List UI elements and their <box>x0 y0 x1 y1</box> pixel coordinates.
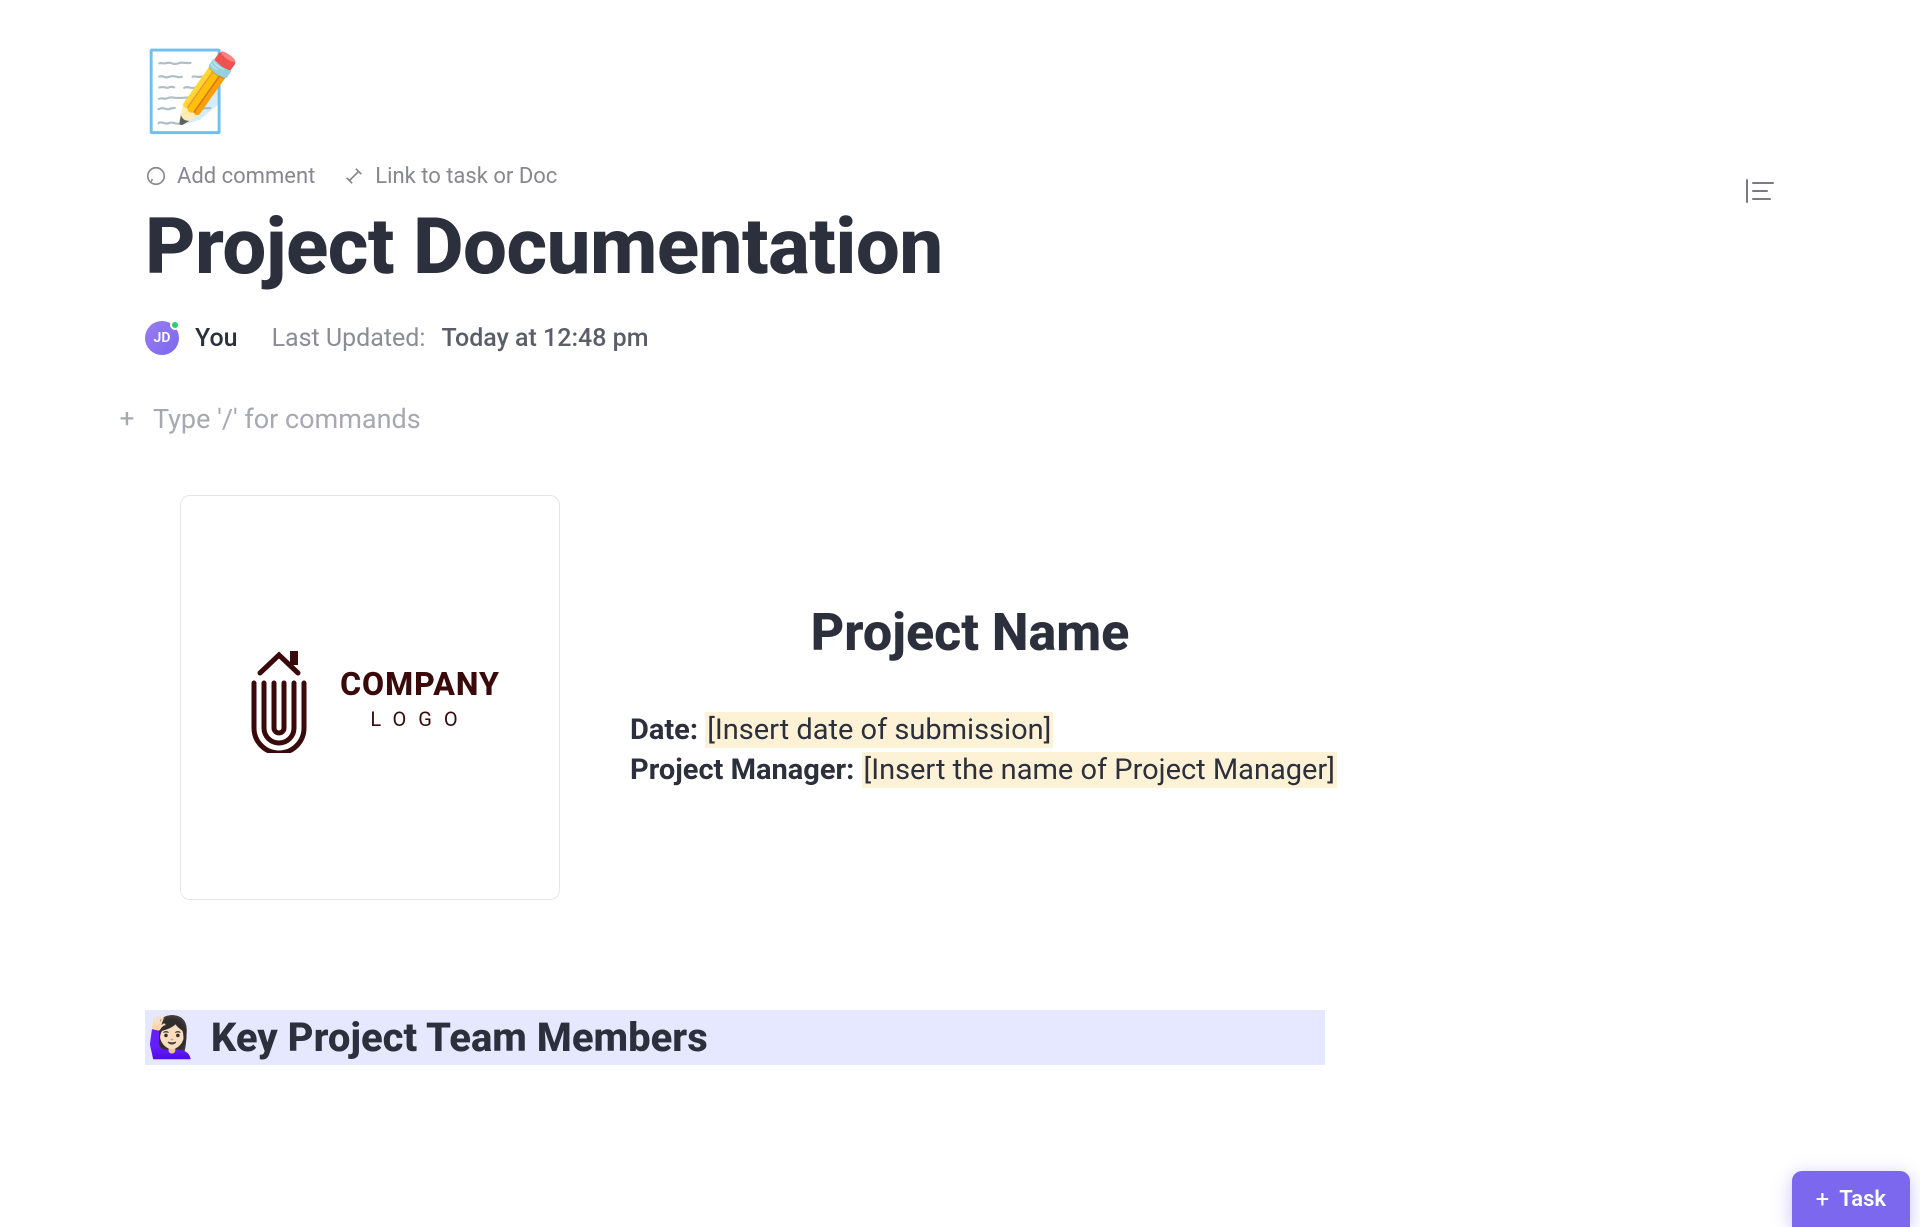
last-updated-label: Last Updated: <box>272 324 426 353</box>
project-date-placeholder: [Insert date of submission] <box>705 712 1053 748</box>
add-comment-button[interactable]: Add comment <box>145 164 315 189</box>
page-title[interactable]: Project Documentation <box>145 202 1370 293</box>
logo-text-company: COMPANY <box>340 665 500 703</box>
company-logo-placeholder[interactable]: COMPANY LOGO <box>180 495 560 900</box>
author-avatar[interactable]: JD <box>145 321 179 355</box>
comment-icon <box>145 165 167 187</box>
last-updated-value: Today at 12:48 pm <box>441 324 648 353</box>
slash-command-input[interactable] <box>153 403 1053 435</box>
team-members-heading-text: Key Project Team Members <box>211 1014 708 1061</box>
company-logo: COMPANY LOGO <box>240 643 500 753</box>
add-comment-label: Add comment <box>177 164 315 189</box>
add-block-button[interactable]: + <box>115 404 139 434</box>
fab-label: Task <box>1839 1187 1886 1212</box>
doc-emoji-picker[interactable]: 📝 <box>145 45 240 140</box>
doc-meta-row: JD You Last Updated: Today at 12:48 pm <box>145 321 1370 355</box>
new-task-fab[interactable]: + Task <box>1792 1171 1910 1227</box>
doc-toolbar: Add comment Link to task or Doc <box>145 158 1370 194</box>
project-manager-line[interactable]: Project Manager: [Insert the name of Pro… <box>630 753 1370 787</box>
project-details-block: Project Name Date: [Insert date of submi… <box>630 602 1370 793</box>
project-info-section: COMPANY LOGO Project Name Date: [Insert … <box>180 495 1370 900</box>
logo-text-logo: LOGO <box>340 707 500 731</box>
link-icon <box>343 165 365 187</box>
link-task-button[interactable]: Link to task or Doc <box>343 164 557 189</box>
project-manager-placeholder: [Insert the name of Project Manager] <box>862 752 1337 788</box>
doc-outline-button[interactable] <box>1745 178 1775 208</box>
project-manager-label: Project Manager: <box>630 753 854 787</box>
project-date-line[interactable]: Date: [Insert date of submission] <box>630 713 1370 747</box>
author-you-label: You <box>195 324 238 353</box>
avatar-initials: JD <box>154 330 171 346</box>
outline-icon <box>1745 178 1775 204</box>
link-task-label: Link to task or Doc <box>375 164 557 189</box>
project-date-label: Date: <box>630 713 698 747</box>
company-logo-mark-icon <box>240 643 318 753</box>
team-members-heading[interactable]: 🙋🏻‍♀️ Key Project Team Members <box>145 1010 1325 1065</box>
project-name-heading[interactable]: Project Name <box>570 602 1370 663</box>
memo-emoji-icon: 📝 <box>144 54 241 132</box>
raising-hand-emoji-icon: 🙋🏻‍♀️ <box>147 1014 197 1061</box>
content-add-row: + <box>115 403 1370 435</box>
plus-icon: + <box>1816 1185 1830 1213</box>
presence-dot-icon <box>170 320 180 330</box>
